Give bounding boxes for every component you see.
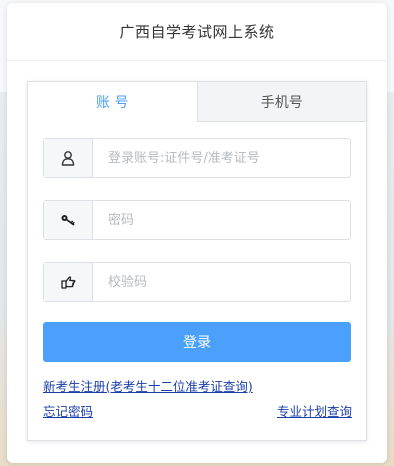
- forgot-password-link[interactable]: 忘记密码: [43, 401, 93, 420]
- card-header: 广西自学考试网上系统: [7, 3, 387, 61]
- login-tabs: 账 号 手机号: [28, 82, 366, 122]
- captcha-input[interactable]: [93, 263, 350, 301]
- captcha-field: [43, 262, 351, 302]
- page-title: 广西自学考试网上系统: [119, 23, 275, 41]
- account-field: [43, 138, 351, 178]
- account-input[interactable]: [93, 139, 350, 177]
- password-field: [43, 200, 351, 240]
- hand-pointer-icon: [44, 263, 93, 301]
- user-icon: [44, 139, 93, 177]
- key-icon: [44, 201, 93, 239]
- login-panel: 账 号 手机号 登录账号:证件号/准考证号 校验码 登录 新考生注册(老考生十二…: [27, 81, 367, 441]
- password-input[interactable]: [93, 201, 350, 239]
- login-card: 广西自学考试网上系统 账 号 手机号 登录账号:证件号/准考证号 校验码 登录 …: [7, 3, 387, 463]
- login-button[interactable]: 登录: [43, 322, 351, 362]
- major-plan-link[interactable]: 专业计划查询: [277, 401, 352, 420]
- register-link[interactable]: 新考生注册(老考生十二位准考证查询): [43, 376, 253, 395]
- tab-phone[interactable]: 手机号: [197, 82, 366, 122]
- tab-account[interactable]: 账 号: [28, 82, 198, 122]
